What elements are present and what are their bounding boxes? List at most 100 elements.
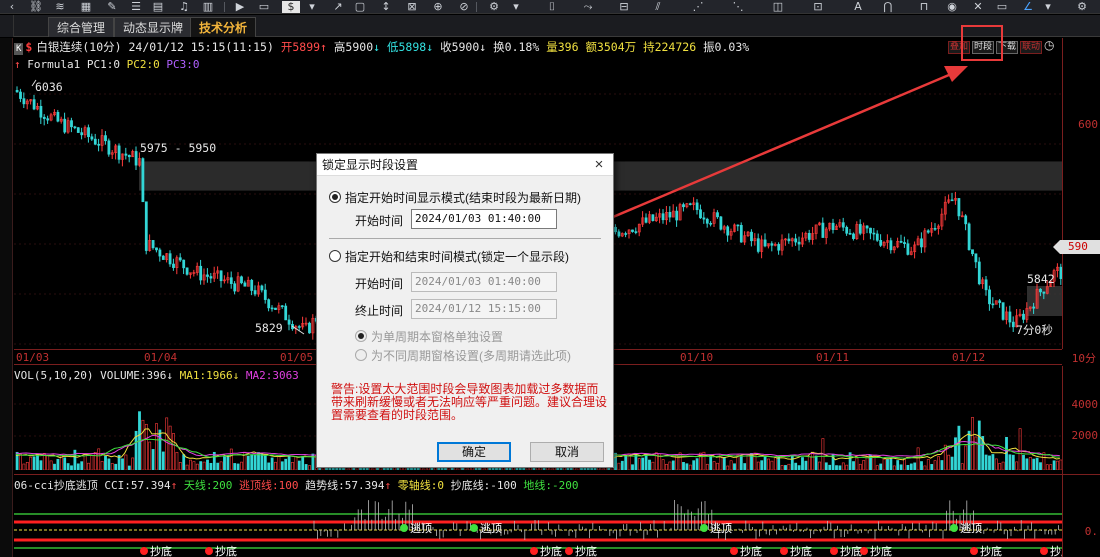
- list-icon[interactable]: ☰: [128, 1, 144, 13]
- period-label[interactable]: 10分: [1072, 350, 1096, 366]
- ok-button[interactable]: 确定: [437, 442, 511, 462]
- chevron-down-icon-2[interactable]: ▾: [508, 1, 524, 13]
- candle-body: [250, 279, 254, 291]
- candle-body: [151, 240, 155, 249]
- candle-body: [80, 132, 84, 136]
- volume-bar: [954, 437, 957, 470]
- candle-body: [1042, 291, 1046, 294]
- volume-bar: [977, 420, 981, 470]
- candle-body: [858, 224, 862, 234]
- pitch-icon[interactable]: ⋱: [730, 1, 746, 13]
- candle-body: [695, 202, 699, 211]
- volume-bar: [845, 464, 849, 470]
- sub-option-1-radio[interactable]: [355, 330, 367, 342]
- chevron-down-icon[interactable]: ▾: [304, 1, 320, 13]
- tab-technical-analysis[interactable]: 技术分析: [190, 17, 257, 37]
- bell-icon[interactable]: ♫: [176, 1, 192, 13]
- volume-bar: [705, 463, 709, 470]
- link-icon[interactable]: ⛓: [28, 1, 44, 13]
- chart-line-icon[interactable]: ↗: [330, 1, 346, 13]
- draw-line-icon[interactable]: ∠: [1020, 1, 1036, 13]
- shape-icon[interactable]: ⊡: [810, 1, 826, 13]
- eye-icon[interactable]: ◉: [944, 1, 960, 13]
- candle-body: [702, 217, 706, 220]
- volume-bar: [787, 463, 791, 470]
- volume-bar: [260, 454, 264, 470]
- hline-icon[interactable]: ⊟: [616, 1, 632, 13]
- frame-icon[interactable]: ▢: [352, 1, 368, 13]
- candle-body: [903, 242, 906, 245]
- delete-icon[interactable]: ✕: [970, 1, 986, 13]
- gear-icon[interactable]: ⚙: [486, 1, 502, 13]
- mode1-radio[interactable]: [329, 191, 341, 203]
- cci-lingzhou: 零轴线:0: [397, 479, 444, 492]
- date-label: 01/05: [280, 351, 314, 364]
- volume-axis-label-4000: 4000: [1071, 398, 1099, 411]
- mode1-label[interactable]: 指定开始时间显示模式(结束时段为最新日期): [345, 189, 581, 206]
- volume-bar: [889, 458, 893, 470]
- end-time-input[interactable]: 2024/01/12 15:15:00: [411, 299, 557, 319]
- cci-chart[interactable]: 逃顶逃顶逃顶逃顶抄底抄底抄底抄底抄底抄底抄底抄底抄底抄底: [14, 494, 1062, 557]
- rect-tool-icon[interactable]: ◫: [770, 1, 786, 13]
- mode2-radio[interactable]: [329, 250, 341, 262]
- zoom-icon[interactable]: ⊘: [456, 1, 472, 13]
- arrow-icon[interactable]: ↕: [378, 1, 394, 13]
- chaodi-label: 抄底: [870, 544, 892, 557]
- sub-option-1-label[interactable]: 为单周期本窗格单独设置: [371, 328, 503, 345]
- close-box-icon[interactable]: ⊠: [404, 1, 420, 13]
- candle-body: [661, 213, 665, 221]
- text-tool-icon[interactable]: A: [850, 1, 866, 13]
- chaodi-marker: [780, 547, 788, 555]
- candle-body: [777, 244, 781, 251]
- window-icon[interactable]: ▭: [256, 1, 272, 13]
- settings-icon[interactable]: ⚙: [1074, 1, 1090, 13]
- layout-icon[interactable]: ▥: [200, 1, 216, 13]
- price-axis: 600: [1062, 38, 1100, 349]
- lock-icon[interactable]: ⊓: [916, 1, 932, 13]
- candle-body: [797, 241, 801, 245]
- mode2-label[interactable]: 指定开始和结束时间模式(锁定一个显示段): [345, 248, 569, 265]
- candle-body: [869, 227, 872, 234]
- volume-bar: [896, 460, 900, 470]
- stack-icon[interactable]: ≋: [52, 1, 68, 13]
- dollar-badge[interactable]: $: [25, 40, 32, 54]
- volume-indicator-name: VOL(5,10,20): [14, 369, 94, 382]
- tab-bar: 综合管理 动态显示牌 技术分析: [0, 15, 1100, 37]
- channel-icon[interactable]: ⫽: [650, 1, 666, 13]
- volume-bar: [90, 454, 94, 470]
- dollar-icon[interactable]: $: [282, 1, 300, 13]
- sub-option-2-label[interactable]: 为不同周期窗格设置(多周期请选此项): [371, 347, 571, 364]
- chevron-down-icon-3[interactable]: ▾: [1040, 1, 1056, 13]
- cursor-icon[interactable]: ⌷: [544, 1, 560, 13]
- magnet-icon[interactable]: ⋂: [880, 1, 896, 13]
- grid-icon[interactable]: ▦: [78, 1, 94, 13]
- dialog-close-icon[interactable]: ×: [591, 154, 607, 176]
- k-badge[interactable]: K: [14, 43, 24, 55]
- quote-header: K $ 白银连续(10分) 24/01/12 15:15(11:15) 开5899↑…: [14, 39, 749, 56]
- trend-icon[interactable]: ⤳: [580, 1, 596, 13]
- cancel-button[interactable]: 取消: [530, 442, 604, 462]
- volume-bar: [246, 455, 250, 470]
- volume-bar: [872, 455, 876, 470]
- date-label: 01/03: [16, 351, 50, 364]
- sub-option-2-radio[interactable]: [355, 349, 367, 361]
- fan-icon[interactable]: ⋰: [690, 1, 706, 13]
- start-time-input-2[interactable]: 2024/01/03 01:40:00: [411, 272, 557, 292]
- clock-icon[interactable]: ◷: [1044, 39, 1054, 51]
- chaodi-label: 抄底: [1050, 544, 1062, 557]
- play-icon[interactable]: ▶: [232, 1, 248, 13]
- crosshair-icon[interactable]: ⊕: [430, 1, 446, 13]
- chart-icon[interactable]: ▤: [150, 1, 166, 13]
- back-icon[interactable]: ‹: [4, 1, 20, 13]
- pc2-value: PC2:0: [126, 58, 160, 71]
- start-time-input-1[interactable]: 2024/01/03 01:40:00: [411, 209, 557, 229]
- linkage-button[interactable]: 联动: [1020, 41, 1043, 54]
- volume-bar: [807, 456, 811, 470]
- volume-bar: [726, 465, 730, 470]
- pen-icon[interactable]: ✎: [104, 1, 120, 13]
- tab-dynamic-board[interactable]: 动态显示牌: [114, 17, 193, 37]
- monitor-icon[interactable]: ▭: [994, 1, 1010, 13]
- candle-body: [233, 283, 237, 292]
- volume-bar: [70, 465, 73, 470]
- tab-overview[interactable]: 综合管理: [48, 17, 115, 37]
